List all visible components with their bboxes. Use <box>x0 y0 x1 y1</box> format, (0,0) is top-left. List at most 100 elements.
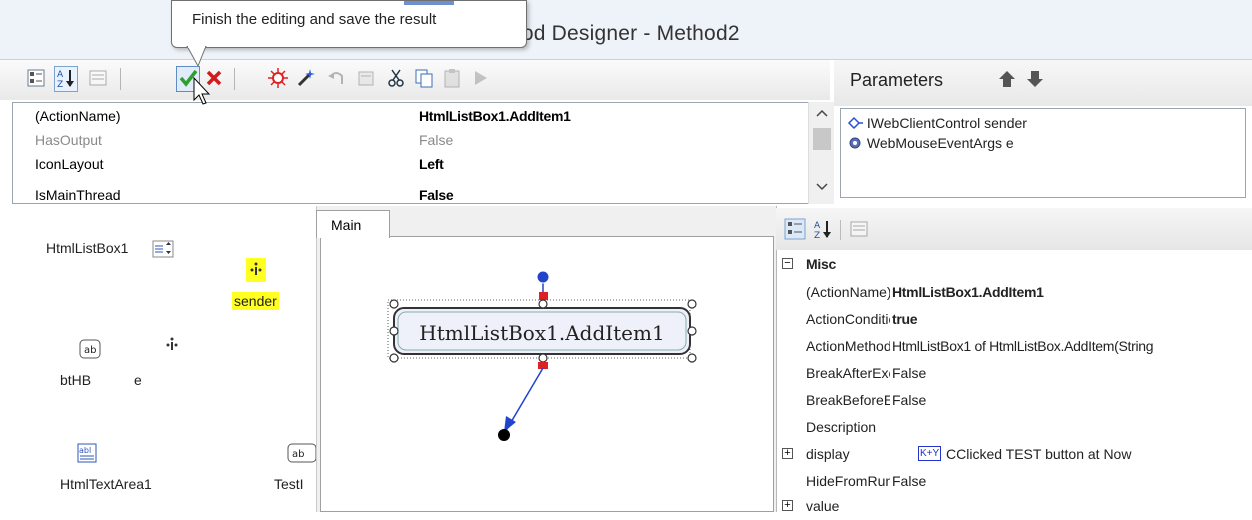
categorized-icon[interactable] <box>784 218 806 240</box>
property-pages-icon[interactable] <box>86 66 110 92</box>
action-node-label: HtmlListBox1.AddItem1 <box>419 321 664 345</box>
cut-icon[interactable] <box>384 66 408 92</box>
svg-text:ab: ab <box>84 345 96 356</box>
property-pages-icon[interactable] <box>848 218 870 240</box>
parameters-list[interactable]: IWebClientControl sender WebMouseEventAr… <box>840 108 1246 198</box>
listbox-icon[interactable] <box>152 239 174 259</box>
grid-row-iconlayout[interactable]: IconLayout Left <box>13 153 813 174</box>
prop-name: ActionMethod <box>806 338 890 354</box>
button-ab-icon[interactable]: ab <box>286 442 316 464</box>
toolbar-separator <box>234 68 235 90</box>
collapse-icon[interactable]: − <box>782 258 793 269</box>
prop-name: HideFromRuntime <box>806 473 890 489</box>
scroll-down-icon[interactable] <box>815 182 829 192</box>
redo-icon[interactable] <box>354 66 378 92</box>
parameter-item[interactable]: IWebClientControl sender <box>847 115 1027 131</box>
prop-name: ActionCondition <box>806 311 890 327</box>
svg-text:Z: Z <box>57 80 63 89</box>
debug-icon[interactable] <box>266 66 290 92</box>
window-title: hod Designer - Method2 <box>510 22 740 45</box>
svg-text:ab: ab <box>292 449 304 460</box>
paste-icon[interactable] <box>440 66 464 92</box>
prop-name: Description <box>806 419 877 435</box>
move-down-icon[interactable] <box>1024 68 1046 90</box>
grid-prop-value[interactable]: HtmlListBox1.AddItem1 <box>419 108 571 124</box>
outbound-port-icon[interactable] <box>498 429 510 441</box>
inbound-port-icon[interactable] <box>536 270 550 284</box>
scroll-up-icon[interactable] <box>815 108 829 118</box>
action-node-diagram[interactable]: HtmlListBox1.AddItem1 <box>380 268 710 452</box>
prop-value[interactable]: False <box>892 365 926 381</box>
grid-row-hasoutput[interactable]: HasOutput False <box>13 129 813 150</box>
prop-name: display <box>806 446 850 462</box>
tooltip-tail <box>186 46 207 68</box>
component-panel: HtmlListBox1 sender ab btHB e abl ab Htm… <box>0 206 316 512</box>
toolbar-separator <box>120 68 121 90</box>
prop-value[interactable]: HtmlListBox1 of HtmlListBox.AddItem(Stri… <box>892 338 1250 354</box>
inbound-marker <box>539 292 548 300</box>
designer-toolbar: AZ <box>0 60 830 100</box>
svg-text:Z: Z <box>814 231 820 240</box>
component-label-sender[interactable]: sender <box>232 292 279 310</box>
tooltip: Finish the editing and save the result <box>171 0 527 48</box>
prop-row-hidefromruntime[interactable]: HideFromRuntime False <box>776 469 1252 495</box>
prop-value[interactable]: False <box>892 473 926 489</box>
tab-main[interactable]: Main <box>316 210 390 238</box>
component-label-e[interactable]: e <box>134 372 142 388</box>
prop-row-actionname[interactable]: (ActionName) HtmlListBox1.AddItem1 <box>776 280 1252 306</box>
interface-icon <box>847 116 863 130</box>
expand-icon[interactable]: + <box>782 500 793 511</box>
prop-row-value[interactable]: + value <box>776 494 1252 520</box>
prop-row-breakbeforeexecute[interactable]: BreakBeforeExecute False <box>776 388 1252 414</box>
prop-row-actionmethod[interactable]: ActionMethod HtmlListBox1 of HtmlListBox… <box>776 334 1252 360</box>
expand-icon[interactable]: + <box>782 448 793 459</box>
prop-row-display[interactable]: + display K+Y CClicked TEST button at No… <box>776 442 1252 468</box>
button-ab-icon[interactable]: ab <box>78 338 102 360</box>
prop-value[interactable]: False <box>892 392 926 408</box>
prop-row-description[interactable]: Description <box>776 415 1252 441</box>
parameters-title: Parameters <box>850 70 944 90</box>
component-label-htmltextarea1[interactable]: HtmlTextArea1 <box>60 476 152 492</box>
expression-badge-icon: K+Y <box>918 446 942 461</box>
prop-value[interactable]: HtmlListBox1.AddItem1 <box>892 284 1044 300</box>
magic-wand-icon[interactable] <box>294 66 318 92</box>
grid-prop-value[interactable]: Left <box>419 156 444 172</box>
grid-prop-name: (ActionName) <box>35 108 121 124</box>
grid-prop-name: HasOutput <box>35 132 102 148</box>
tooltip-hidden-text-hint <box>404 1 454 5</box>
prop-name: BreakAfterExecute <box>806 365 890 381</box>
component-label-htmllistbox1[interactable]: HtmlListBox1 <box>46 240 128 256</box>
component-label-testbutton[interactable]: TestI <box>274 476 304 492</box>
alphabetical-icon[interactable]: AZ <box>54 66 78 92</box>
mouse-cursor-icon <box>193 77 211 105</box>
sender-icon[interactable] <box>246 258 266 282</box>
categorized-icon[interactable] <box>24 66 48 92</box>
tooltip-text: Finish the editing and save the result <box>192 11 437 28</box>
grid-prop-value[interactable]: False <box>419 132 453 148</box>
parameter-e-icon[interactable] <box>162 334 182 356</box>
scroll-thumb[interactable] <box>813 128 831 150</box>
parameter-label: IWebClientControl sender <box>866 115 1027 131</box>
category-misc[interactable]: − Misc <box>776 252 1252 278</box>
grid-prop-name: IsMainThread <box>35 187 121 203</box>
textarea-icon[interactable]: abl <box>76 442 98 464</box>
svg-text:A: A <box>57 70 64 80</box>
grid-row-actionname[interactable]: (ActionName) HtmlListBox1.AddItem1 <box>13 105 813 126</box>
grid-scrollbar[interactable] <box>808 102 834 204</box>
parameter-label: WebMouseEventArgs e <box>866 135 1014 151</box>
move-up-icon[interactable] <box>996 68 1018 90</box>
action-property-grid[interactable]: (ActionName) HtmlListBox1.AddItem1 HasOu… <box>12 102 834 204</box>
run-icon[interactable] <box>468 66 492 92</box>
grid-prop-value[interactable]: False <box>419 187 454 203</box>
alphabetical-icon[interactable]: AZ <box>812 218 834 240</box>
component-label-bthb[interactable]: btHB <box>60 372 91 388</box>
grid-row-ismainthread[interactable]: IsMainThread False <box>13 177 813 203</box>
copy-icon[interactable] <box>412 66 436 92</box>
prop-row-actioncondition[interactable]: ActionCondition true <box>776 307 1252 333</box>
toolbar-separator <box>840 220 841 240</box>
prop-value[interactable]: CClicked TEST button at Now <box>946 446 1131 462</box>
parameter-item[interactable]: WebMouseEventArgs e <box>847 135 1014 151</box>
undo-icon[interactable] <box>324 66 348 92</box>
prop-value[interactable]: true <box>892 311 918 327</box>
prop-row-breakafterexecute[interactable]: BreakAfterExecute False <box>776 361 1252 387</box>
